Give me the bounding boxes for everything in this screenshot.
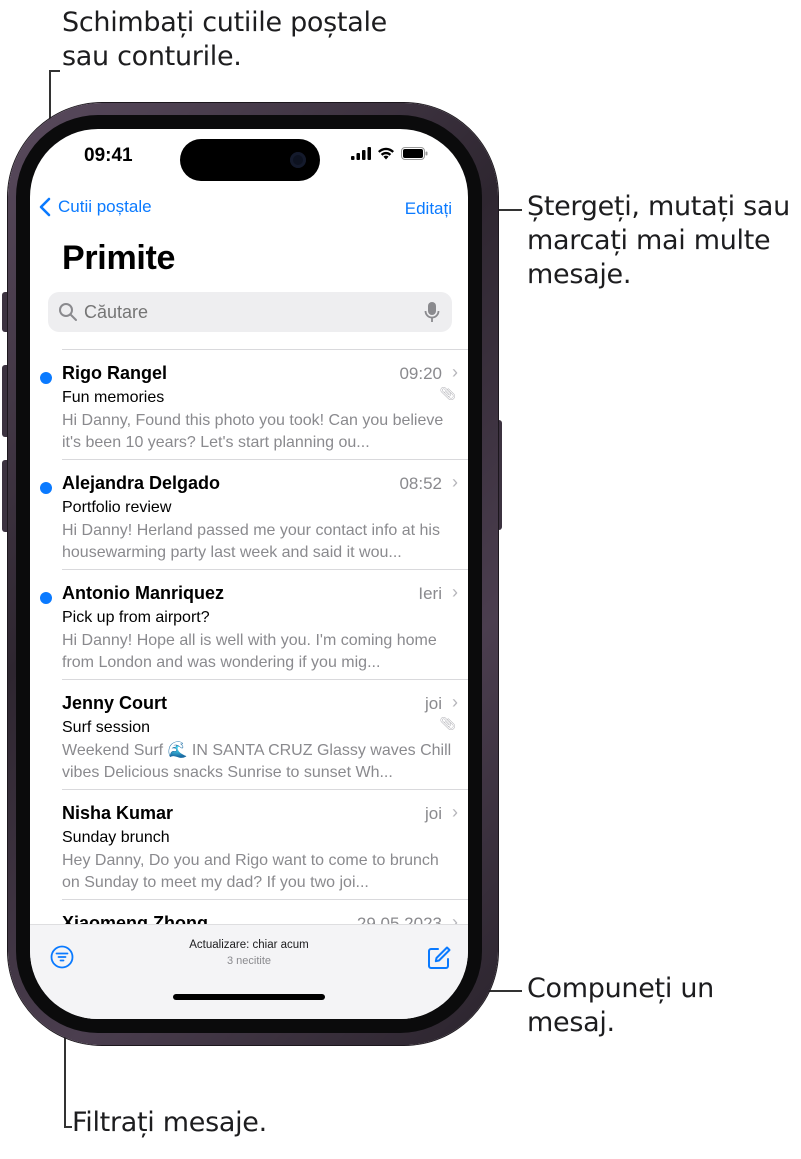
message-subject: Fun memories [62,389,165,406]
chevron-right-icon: › [452,692,458,712]
attachment-icon: 📎︎ [439,716,456,731]
camera-icon [290,152,306,168]
compose-icon[interactable] [426,945,452,971]
message-row[interactable]: Antonio Manriquez Ieri › Pick up from airpo… [30,569,468,679]
search-bar[interactable] [48,292,452,332]
message-subject: Sunday brunch [62,829,170,846]
message-list: Rigo Rangel 09:20 › 📎︎ Fun memories Hi Danny,… [30,349,468,1009]
message-preview: Weekend Surf 🌊 IN SANTA CRUZ Glassy wave… [62,742,452,781]
status-icons [351,147,428,160]
message-subject: Surf session [62,719,151,736]
message-time: joi [424,694,442,713]
message-time: 08:52 [399,474,442,493]
message-sender: Antonio Manriquez [62,583,224,603]
callout-filter: Filtrați mesaje. [72,1107,267,1138]
row-separator [62,349,468,350]
update-status: Actualizare: chiar acum [189,939,309,951]
row-separator [62,459,468,460]
battery-icon [401,147,428,160]
row-separator [62,899,468,900]
edit-button[interactable]: Editați [405,199,452,219]
cellular-signal-icon [351,147,371,160]
chevron-right-icon: › [452,362,458,382]
message-sender: Alejandra Delgado [62,473,221,493]
chevron-left-icon [39,197,51,217]
message-row[interactable]: Jenny Court joi › 📎︎ Surf session Weekend Sur… [30,679,468,789]
message-time: joi [424,804,442,823]
search-icon [59,303,77,321]
callout-line-mailboxes-h [49,70,60,72]
callout-edit: Ștergeți, mutați sau marcați mai multe m… [527,191,790,290]
search-input[interactable] [78,300,424,324]
attachment-icon: 📎︎ [439,386,456,401]
callout-compose: Compuneți un mesaj. [527,973,714,1038]
wifi-icon [378,147,394,160]
chevron-right-icon: › [452,582,458,602]
unread-dot-icon [40,372,52,384]
page-title: Primite [62,239,176,277]
message-preview: Hey Danny, Do you and Rigo want to come … [62,852,439,891]
message-row[interactable]: Rigo Rangel 09:20 › 📎︎ Fun memories Hi Danny,… [30,349,468,459]
message-row[interactable]: Alejandra Delgado 08:52 › Portfolio review H… [30,459,468,569]
message-row[interactable]: Nisha Kumar joi › Sunday brunch Hey Danny, D… [30,789,468,899]
back-label: Cutii poștale [58,197,152,216]
status-time: 09:41 [84,145,133,166]
chevron-right-icon: › [452,802,458,822]
dynamic-island [180,139,320,181]
message-time: 09:20 [399,364,442,383]
microphone-icon[interactable] [424,301,440,323]
phone-screen: 09:41 Cutii poștale Editați Primite Căut… [30,129,468,1019]
message-subject: Portfolio review [62,499,172,516]
callout-mailboxes: Schimbați cutiile poștale sau conturile. [62,7,387,72]
message-sender: Nisha Kumar [62,803,174,823]
chevron-right-icon: › [452,472,458,492]
row-separator [62,789,468,790]
message-preview: Hi Danny! Herland passed me your contact… [62,522,440,561]
message-preview: Hi Danny, Found this photo you took! Can… [62,412,444,451]
home-indicator [173,994,325,1000]
message-subject: Pick up from airport? [62,609,210,626]
message-sender: Rigo Rangel [62,363,168,383]
row-separator [62,679,468,680]
unread-dot-icon [40,592,52,604]
unread-count: 3 necitite [226,955,272,967]
row-separator [62,569,468,570]
message-time: Ieri [418,584,442,603]
message-preview: Hi Danny! Hope all is well with you. I'm… [62,632,437,671]
back-mailboxes-button[interactable]: Cutii poștale [38,197,152,217]
message-sender: Jenny Court [62,693,168,713]
callout-line-filter-h [64,1126,72,1128]
bottom-toolbar: Actualizare: chiar acum 3 necitite [30,924,468,1019]
unread-dot-icon [40,482,52,494]
